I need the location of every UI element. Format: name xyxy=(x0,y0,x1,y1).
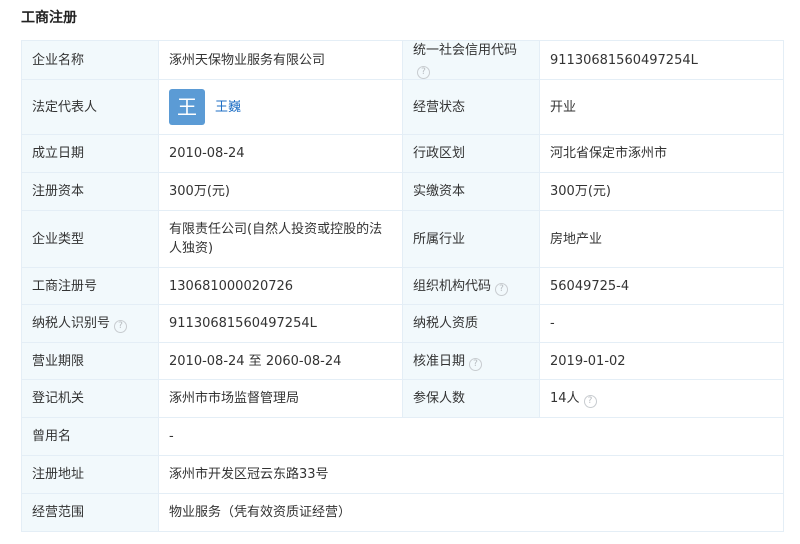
insured-label: 参保人数 xyxy=(402,379,540,418)
avatar[interactable]: 王 xyxy=(169,89,205,125)
term-label: 营业期限 xyxy=(21,342,159,380)
status-value: 开业 xyxy=(539,79,784,135)
reg-capital-label: 注册资本 xyxy=(21,172,159,211)
reg-no-value: 130681000020726 xyxy=(158,267,403,305)
credit-code-value: 91130681560497254L xyxy=(539,40,784,80)
address-value: 涿州市开发区冠云东路33号 xyxy=(158,455,784,494)
company-type-value: 有限责任公司(自然人投资或控股的法人独资) xyxy=(158,210,403,268)
help-icon[interactable]: ? xyxy=(417,66,430,79)
table-row: 工商注册号 130681000020726 组织机构代码? 56049725-4 xyxy=(21,267,784,305)
approval-date-value: 2019-01-02 xyxy=(539,342,784,380)
help-icon[interactable]: ? xyxy=(469,357,483,371)
region-label: 行政区划 xyxy=(402,134,540,173)
table-row: 注册资本 300万(元) 实缴资本 300万(元) xyxy=(21,172,784,211)
table-row: 纳税人识别号? 91130681560497254L 纳税人资质 - xyxy=(21,304,784,343)
approval-date-label: 核准日期 xyxy=(413,353,466,369)
org-code-label-cell: 组织机构代码? xyxy=(402,267,540,305)
table-row: 法定代表人 王 王巍 经营状态 开业 xyxy=(21,79,784,135)
credit-code-label: 统一社会信用代码 xyxy=(413,43,518,58)
insured-value-cell: 14人? xyxy=(539,379,784,418)
founded-label: 成立日期 xyxy=(21,134,159,173)
taxpayer-qual-label: 纳税人资质 xyxy=(402,304,540,343)
table-row: 企业名称 涿州天保物业服务有限公司 统一社会信用代码? 911306815604… xyxy=(21,40,784,80)
legal-rep-cell: 王 王巍 xyxy=(158,79,403,135)
industry-label: 所属行业 xyxy=(402,210,540,268)
region-value: 河北省保定市涿州市 xyxy=(539,134,784,173)
table-row: 登记机关 涿州市市场监督管理局 参保人数 14人? xyxy=(21,379,784,418)
legal-rep-name-link[interactable]: 王巍 xyxy=(215,98,241,117)
table-row: 营业期限 2010-08-24 至 2060-08-24 核准日期? 2019-… xyxy=(21,342,784,380)
taxpayer-id-label: 纳税人识别号 xyxy=(32,316,111,331)
authority-value: 涿州市市场监督管理局 xyxy=(158,379,403,418)
taxpayer-id-value: 91130681560497254L xyxy=(158,304,403,343)
insured-value: 14人 xyxy=(550,391,580,406)
company-name-value: 涿州天保物业服务有限公司 xyxy=(158,40,403,80)
section-title: 工商注册 xyxy=(21,10,77,26)
org-code-value: 56049725-4 xyxy=(539,267,784,305)
table-row: 曾用名 - xyxy=(21,417,784,456)
table-row: 经营范围 物业服务（凭有效资质证经营） xyxy=(21,493,784,532)
former-name-value: - xyxy=(158,417,784,456)
taxpayer-qual-value: - xyxy=(539,304,784,343)
help-icon[interactable]: ? xyxy=(495,282,509,296)
industry-value: 房地产业 xyxy=(539,210,784,268)
company-name-label: 企业名称 xyxy=(21,40,159,80)
authority-label: 登记机关 xyxy=(21,379,159,418)
scope-label: 经营范围 xyxy=(21,493,159,532)
approval-date-label-cell: 核准日期? xyxy=(402,342,540,380)
legal-rep-label: 法定代表人 xyxy=(21,79,159,135)
org-code-label: 组织机构代码 xyxy=(413,278,492,294)
reg-no-label: 工商注册号 xyxy=(21,267,159,305)
business-registration-table: 企业名称 涿州天保物业服务有限公司 统一社会信用代码? 911306815604… xyxy=(21,40,784,532)
address-label: 注册地址 xyxy=(21,455,159,494)
scope-value: 物业服务（凭有效资质证经营） xyxy=(158,493,784,532)
reg-capital-value: 300万(元) xyxy=(158,172,403,211)
company-type-label: 企业类型 xyxy=(21,210,159,268)
term-value: 2010-08-24 至 2060-08-24 xyxy=(158,342,403,380)
former-name-label: 曾用名 xyxy=(21,417,159,456)
table-row: 成立日期 2010-08-24 行政区划 河北省保定市涿州市 xyxy=(21,134,784,173)
credit-code-label-cell: 统一社会信用代码? xyxy=(402,40,540,80)
table-row: 企业类型 有限责任公司(自然人投资或控股的法人独资) 所属行业 房地产业 xyxy=(21,210,784,268)
founded-value: 2010-08-24 xyxy=(158,134,403,173)
status-label: 经营状态 xyxy=(402,79,540,135)
help-icon[interactable]: ? xyxy=(583,395,597,408)
paid-capital-value: 300万(元) xyxy=(539,172,784,211)
paid-capital-label: 实缴资本 xyxy=(402,172,540,211)
taxpayer-id-label-cell: 纳税人识别号? xyxy=(21,304,159,343)
table-row: 注册地址 涿州市开发区冠云东路33号 xyxy=(21,455,784,494)
help-icon[interactable]: ? xyxy=(114,320,128,333)
